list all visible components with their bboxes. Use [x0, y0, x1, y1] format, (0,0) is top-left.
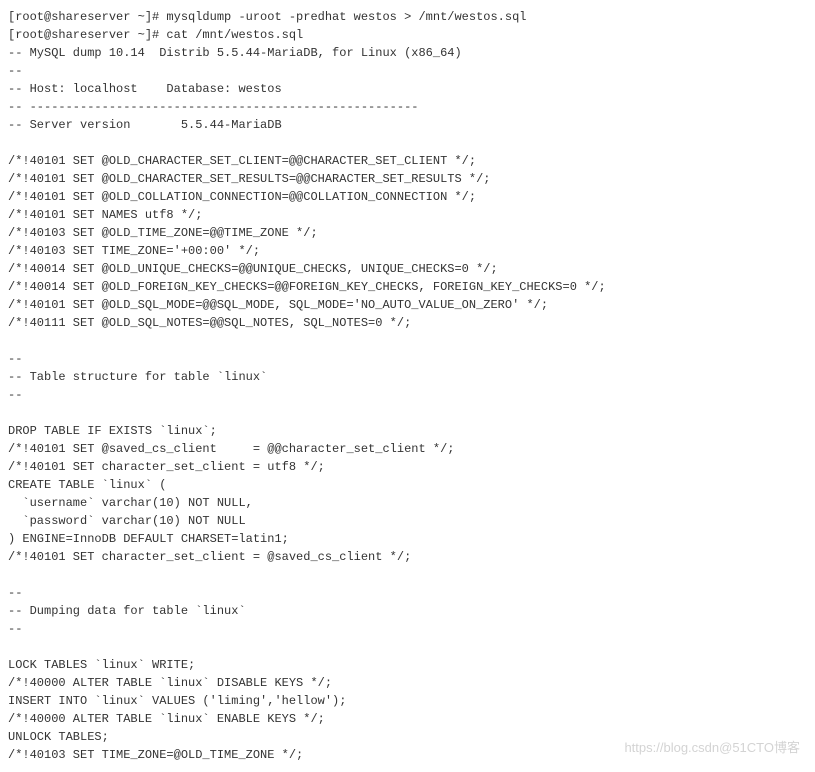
terminal-output: [root@shareserver ~]# mysqldump -uroot -…: [8, 8, 807, 764]
terminal-line: [8, 134, 807, 152]
terminal-line: CREATE TABLE `linux` (: [8, 476, 807, 494]
terminal-line: /*!40101 SET @OLD_COLLATION_CONNECTION=@…: [8, 188, 807, 206]
terminal-line: /*!40111 SET @OLD_SQL_NOTES=@@SQL_NOTES,…: [8, 314, 807, 332]
terminal-line: /*!40101 SET NAMES utf8 */;: [8, 206, 807, 224]
terminal-line: /*!40101 SET @OLD_CHARACTER_SET_CLIENT=@…: [8, 152, 807, 170]
terminal-line: -- MySQL dump 10.14 Distrib 5.5.44-Maria…: [8, 44, 807, 62]
terminal-line: /*!40103 SET TIME_ZONE='+00:00' */;: [8, 242, 807, 260]
terminal-line: /*!40000 ALTER TABLE `linux` ENABLE KEYS…: [8, 710, 807, 728]
terminal-line: INSERT INTO `linux` VALUES ('liming','he…: [8, 692, 807, 710]
terminal-line: /*!40103 SET TIME_ZONE=@OLD_TIME_ZONE */…: [8, 746, 807, 764]
terminal-line: [8, 332, 807, 350]
terminal-line: [8, 566, 807, 584]
terminal-line: /*!40014 SET @OLD_UNIQUE_CHECKS=@@UNIQUE…: [8, 260, 807, 278]
terminal-line: /*!40014 SET @OLD_FOREIGN_KEY_CHECKS=@@F…: [8, 278, 807, 296]
terminal-line: UNLOCK TABLES;: [8, 728, 807, 746]
terminal-line: /*!40000 ALTER TABLE `linux` DISABLE KEY…: [8, 674, 807, 692]
terminal-line: /*!40101 SET character_set_client = utf8…: [8, 458, 807, 476]
terminal-line: ) ENGINE=InnoDB DEFAULT CHARSET=latin1;: [8, 530, 807, 548]
terminal-line: DROP TABLE IF EXISTS `linux`;: [8, 422, 807, 440]
terminal-line: [8, 638, 807, 656]
terminal-line: `password` varchar(10) NOT NULL: [8, 512, 807, 530]
terminal-line: /*!40101 SET character_set_client = @sav…: [8, 548, 807, 566]
terminal-line: /*!40101 SET @saved_cs_client = @@charac…: [8, 440, 807, 458]
terminal-line: [8, 404, 807, 422]
terminal-line: [root@shareserver ~]# mysqldump -uroot -…: [8, 8, 807, 26]
terminal-line: -- Server version 5.5.44-MariaDB: [8, 116, 807, 134]
terminal-line: `username` varchar(10) NOT NULL,: [8, 494, 807, 512]
terminal-line: LOCK TABLES `linux` WRITE;: [8, 656, 807, 674]
terminal-line: /*!40103 SET @OLD_TIME_ZONE=@@TIME_ZONE …: [8, 224, 807, 242]
terminal-line: --: [8, 584, 807, 602]
terminal-line: -- Host: localhost Database: westos: [8, 80, 807, 98]
terminal-line: -- Dumping data for table `linux`: [8, 602, 807, 620]
terminal-line: /*!40101 SET @OLD_CHARACTER_SET_RESULTS=…: [8, 170, 807, 188]
terminal-line: -- Table structure for table `linux`: [8, 368, 807, 386]
terminal-line: -- -------------------------------------…: [8, 98, 807, 116]
terminal-line: /*!40101 SET @OLD_SQL_MODE=@@SQL_MODE, S…: [8, 296, 807, 314]
terminal-line: --: [8, 350, 807, 368]
terminal-line: --: [8, 620, 807, 638]
terminal-line: --: [8, 386, 807, 404]
terminal-line: [root@shareserver ~]# cat /mnt/westos.sq…: [8, 26, 807, 44]
terminal-line: --: [8, 62, 807, 80]
